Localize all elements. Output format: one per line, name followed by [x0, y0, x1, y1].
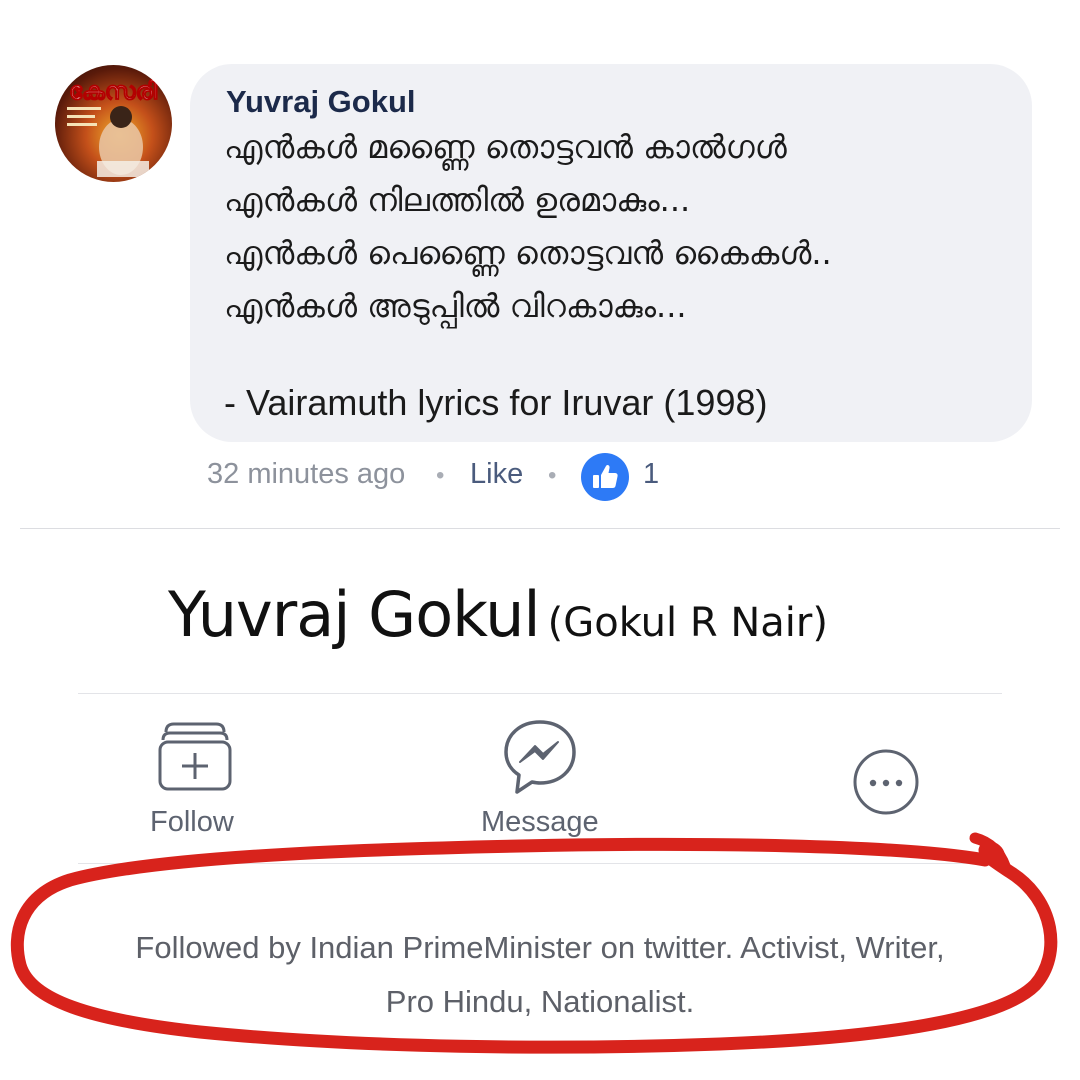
- comment-author[interactable]: Yuvraj Gokul: [226, 84, 416, 120]
- profile-bio-line: Followed by Indian PrimeMinister on twit…: [135, 930, 945, 965]
- profile-photo-icon[interactable]: കേസരി: [55, 65, 172, 182]
- profile-name: Yuvraj Gokul: [168, 578, 541, 651]
- like-button[interactable]: Like: [470, 458, 523, 491]
- comment-timestamp[interactable]: 32 minutes ago: [207, 458, 405, 491]
- separator-dot: •: [548, 462, 557, 489]
- screenshot-page: കേസരി Yuvraj Gokul എൻകൾ മണ്ണൈ തൊട്ടവൻ കാ…: [0, 0, 1080, 1080]
- section-divider: [78, 863, 1002, 864]
- follow-icon: [158, 722, 232, 791]
- follow-button[interactable]: [150, 716, 240, 796]
- more-options-icon: [853, 749, 919, 815]
- profile-title: Yuvraj Gokul (Gokul R Nair): [168, 578, 828, 651]
- separator-dot: •: [436, 462, 445, 489]
- section-divider: [20, 528, 1060, 529]
- like-count[interactable]: 1: [643, 458, 659, 491]
- thumbs-up-icon[interactable]: [581, 453, 629, 501]
- svg-text:കേസരി: കേസരി: [69, 77, 158, 105]
- profile-alternate-name: (Gokul R Nair): [547, 600, 828, 646]
- comment-line: എൻകൾ മണ്ണൈ തൊട്ടവൻ കാൽഗൾ: [224, 128, 787, 166]
- message-button[interactable]: [500, 718, 580, 798]
- profile-bio-line: Pro Hindu, Nationalist.: [385, 984, 695, 1019]
- comment-line: എൻകൾ പെണ്ണൈ തൊട്ടവൻ കൈകൾ..: [224, 234, 832, 272]
- comment-line: എൻകൾ അടുപ്പിൽ വിറകാകും...: [224, 287, 687, 325]
- comment-attribution: - Vairamuth lyrics for Iruvar (1998): [224, 382, 768, 423]
- section-divider: [78, 693, 1002, 694]
- comment-line: എൻകൾ നിലത്തിൽ ഉരമാകും...: [224, 181, 691, 219]
- messenger-icon: [504, 720, 576, 794]
- message-label[interactable]: Message: [481, 806, 599, 839]
- more-options-button[interactable]: [852, 748, 920, 816]
- follow-label[interactable]: Follow: [150, 806, 234, 839]
